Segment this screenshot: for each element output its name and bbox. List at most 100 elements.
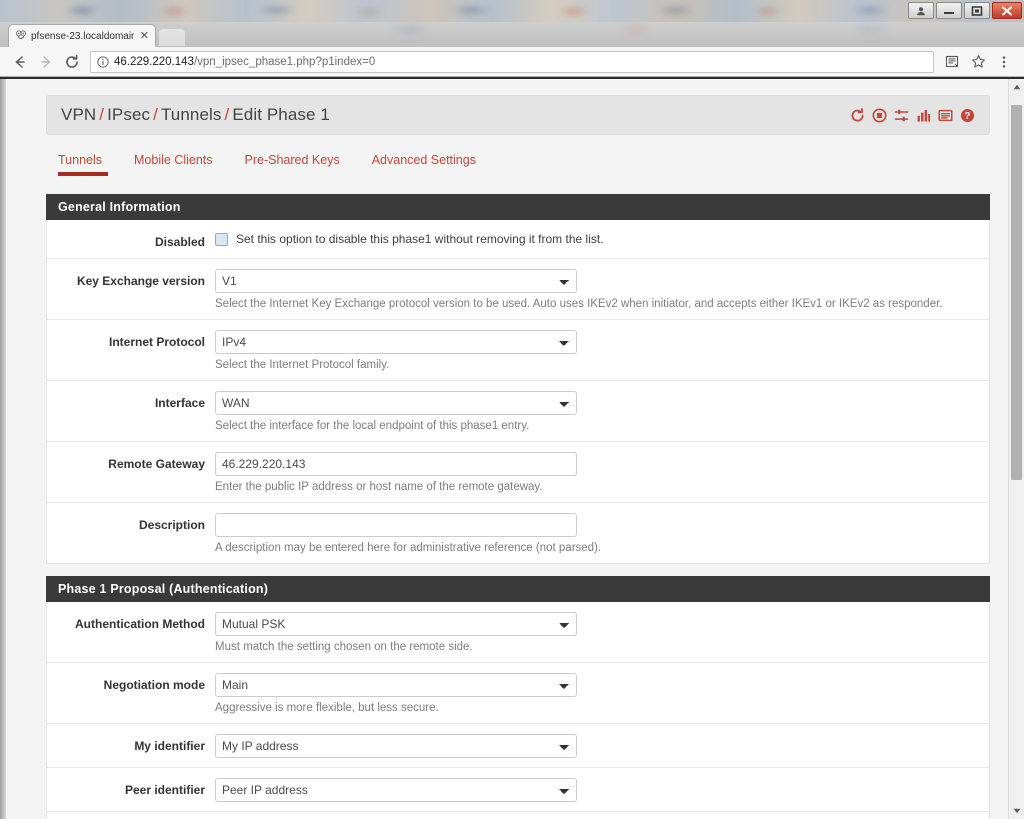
window-titlebar: [0, 0, 1024, 22]
field-help: Aggressive is more flexible, but less se…: [215, 702, 439, 714]
list-icon[interactable]: [938, 108, 953, 123]
page-tabs: Tunnels Mobile Clients Pre-Shared Keys A…: [46, 149, 990, 176]
field-label: Key Exchange version: [76, 274, 205, 288]
field-row-authentication-method: Authentication Method Mutual PSK Must ma…: [47, 602, 989, 663]
breadcrumb-item-ipsec[interactable]: IPsec: [107, 105, 150, 124]
forward-button[interactable]: [34, 50, 58, 74]
description-input[interactable]: [215, 513, 577, 537]
save-page-icon[interactable]: [940, 50, 964, 74]
section-title: Phase 1 Proposal (Authentication): [46, 576, 990, 602]
url-path: /vpn_ipsec_phase1.php?p1index=0: [193, 55, 376, 68]
info-circle-icon: [97, 55, 109, 68]
minimize-button[interactable]: [936, 2, 962, 19]
field-help: Enter the public IP address or host name…: [215, 481, 543, 493]
field-row-my-identifier: My identifier My IP address: [47, 724, 989, 768]
reload-button[interactable]: [60, 50, 84, 74]
maximize-button[interactable]: [964, 2, 990, 19]
window-controls: [908, 2, 1022, 19]
section-body: Authentication Method Mutual PSK Must ma…: [46, 602, 990, 819]
peer-identifier-select[interactable]: Peer IP address: [215, 778, 577, 802]
field-row-key-exchange-version: Key Exchange version V1 Select the Inter…: [47, 259, 989, 320]
disabled-checkbox-label: Set this option to disable this phase1 w…: [236, 232, 604, 246]
scrollbar-thumb[interactable]: [1011, 105, 1022, 480]
browser-tabstrip: pfsense-23.localdomain ✕: [0, 22, 1024, 47]
tab-advanced-settings[interactable]: Advanced Settings: [356, 149, 492, 176]
os-window: pfsense-23.localdomain ✕ 46.229.220.143/…: [0, 0, 1024, 819]
breadcrumb-actions: ?: [850, 107, 975, 123]
browser-toolbar: 46.229.220.143/vpn_ipsec_phase1.php?p1in…: [0, 47, 1024, 77]
field-row-peer-identifier: Peer identifier Peer IP address: [47, 768, 989, 812]
svg-text:?: ?: [964, 111, 970, 122]
key-exchange-version-select[interactable]: V1: [215, 269, 577, 293]
field-row-negotiation-mode: Negotiation mode Main Aggressive is more…: [47, 663, 989, 724]
browser-tab[interactable]: pfsense-23.localdomain ✕: [8, 24, 156, 47]
field-row-description: Description A description may be entered…: [47, 503, 989, 563]
browser-viewport: VPN / IPsec / Tunnels / Edit Phase 1 ? Tunnels…: [0, 77, 1024, 819]
tab-label: Mobile Clients: [134, 153, 213, 167]
field-label: Description: [138, 518, 205, 532]
field-row-disabled: Disabled Set this option to disable this…: [47, 220, 989, 259]
tab-label: Tunnels: [58, 153, 103, 167]
field-row-pre-shared-key: Pre-Shared Key Enter the Pre-Shared Key …: [47, 812, 989, 819]
remote-gateway-input[interactable]: [215, 452, 577, 476]
authentication-method-select[interactable]: Mutual PSK: [215, 612, 577, 636]
tab-mobile-clients[interactable]: Mobile Clients: [118, 149, 229, 176]
field-label: Disabled: [154, 235, 205, 249]
field-row-remote-gateway: Remote Gateway Enter the public IP addre…: [47, 442, 989, 503]
section-general-information: General Information Disabled Set this op…: [46, 194, 990, 564]
tab-tunnels[interactable]: Tunnels: [50, 149, 118, 176]
field-label: Remote Gateway: [108, 457, 205, 471]
browser-tab-title: pfsense-23.localdomain: [31, 30, 134, 42]
tab-pre-shared-keys[interactable]: Pre-Shared Keys: [229, 149, 356, 176]
tab-label: Pre-Shared Keys: [244, 153, 340, 167]
breadcrumb-item-edit-phase-1: Edit Phase 1: [232, 105, 330, 124]
field-help: Select the Internet Key Exchange protoco…: [215, 298, 943, 310]
field-row-internet-protocol: Internet Protocol IPv4 Select the Intern…: [47, 320, 989, 381]
breadcrumb-item-tunnels[interactable]: Tunnels: [161, 105, 222, 124]
negotiation-mode-select[interactable]: Main: [215, 673, 577, 697]
tab-close-icon[interactable]: ✕: [138, 30, 151, 42]
field-label: Authentication Method: [75, 617, 205, 631]
address-bar[interactable]: 46.229.220.143/vpn_ipsec_phase1.php?p1in…: [90, 50, 934, 73]
pfsense-logo-icon: [16, 30, 26, 39]
sliders-icon[interactable]: [894, 108, 909, 123]
pfsense-page: VPN / IPsec / Tunnels / Edit Phase 1 ? Tunnels…: [6, 79, 1008, 819]
field-label: Internet Protocol: [108, 335, 205, 349]
scroll-up-arrow[interactable]: [1009, 79, 1024, 95]
address-bar-url: 46.229.220.143/vpn_ipsec_phase1.php?p1in…: [114, 56, 375, 68]
bar-chart-icon[interactable]: [916, 108, 931, 123]
disabled-checkbox[interactable]: [215, 232, 228, 246]
field-help: A description may be entered here for ad…: [215, 542, 602, 554]
breadcrumb: VPN / IPsec / Tunnels / Edit Phase 1: [61, 105, 330, 125]
section-body: Disabled Set this option to disable this…: [46, 220, 990, 564]
breadcrumb-separator: /: [153, 105, 158, 124]
new-tab-button[interactable]: [159, 29, 185, 46]
field-row-interface: Interface WAN Select the interface for t…: [47, 381, 989, 442]
help-circle-icon[interactable]: ?: [960, 108, 975, 123]
close-button[interactable]: [992, 2, 1022, 19]
internet-protocol-select[interactable]: IPv4: [215, 330, 577, 354]
breadcrumb-separator: /: [224, 105, 230, 124]
field-help: Select the Internet Protocol family.: [215, 359, 390, 371]
interface-select[interactable]: WAN: [215, 391, 577, 415]
field-label: Negotiation mode: [103, 678, 205, 692]
stop-circle-icon[interactable]: [872, 108, 887, 123]
section-title: General Information: [46, 194, 990, 220]
breadcrumb-item-vpn[interactable]: VPN: [61, 105, 96, 124]
section-phase1-proposal-authentication: Phase 1 Proposal (Authentication) Authen…: [46, 576, 990, 819]
chrome-menu-icon[interactable]: [992, 50, 1016, 74]
back-button[interactable]: [8, 50, 32, 74]
field-help: Select the interface for the local endpo…: [215, 420, 530, 432]
toolbar-right-actions: [940, 50, 1016, 74]
field-label: Peer identifier: [124, 783, 205, 797]
bookmark-star-icon[interactable]: [966, 50, 990, 74]
page-scrollbar[interactable]: [1008, 79, 1024, 819]
reload-icon[interactable]: [850, 107, 865, 123]
field-help: Must match the setting chosen on the rem…: [215, 641, 473, 653]
tab-label: Advanced Settings: [371, 153, 476, 167]
field-label: My identifier: [134, 739, 205, 753]
profile-button[interactable]: [908, 2, 934, 19]
scroll-down-arrow[interactable]: [1009, 803, 1024, 819]
my-identifier-select[interactable]: My IP address: [215, 734, 577, 758]
breadcrumb-separator: /: [99, 105, 105, 124]
